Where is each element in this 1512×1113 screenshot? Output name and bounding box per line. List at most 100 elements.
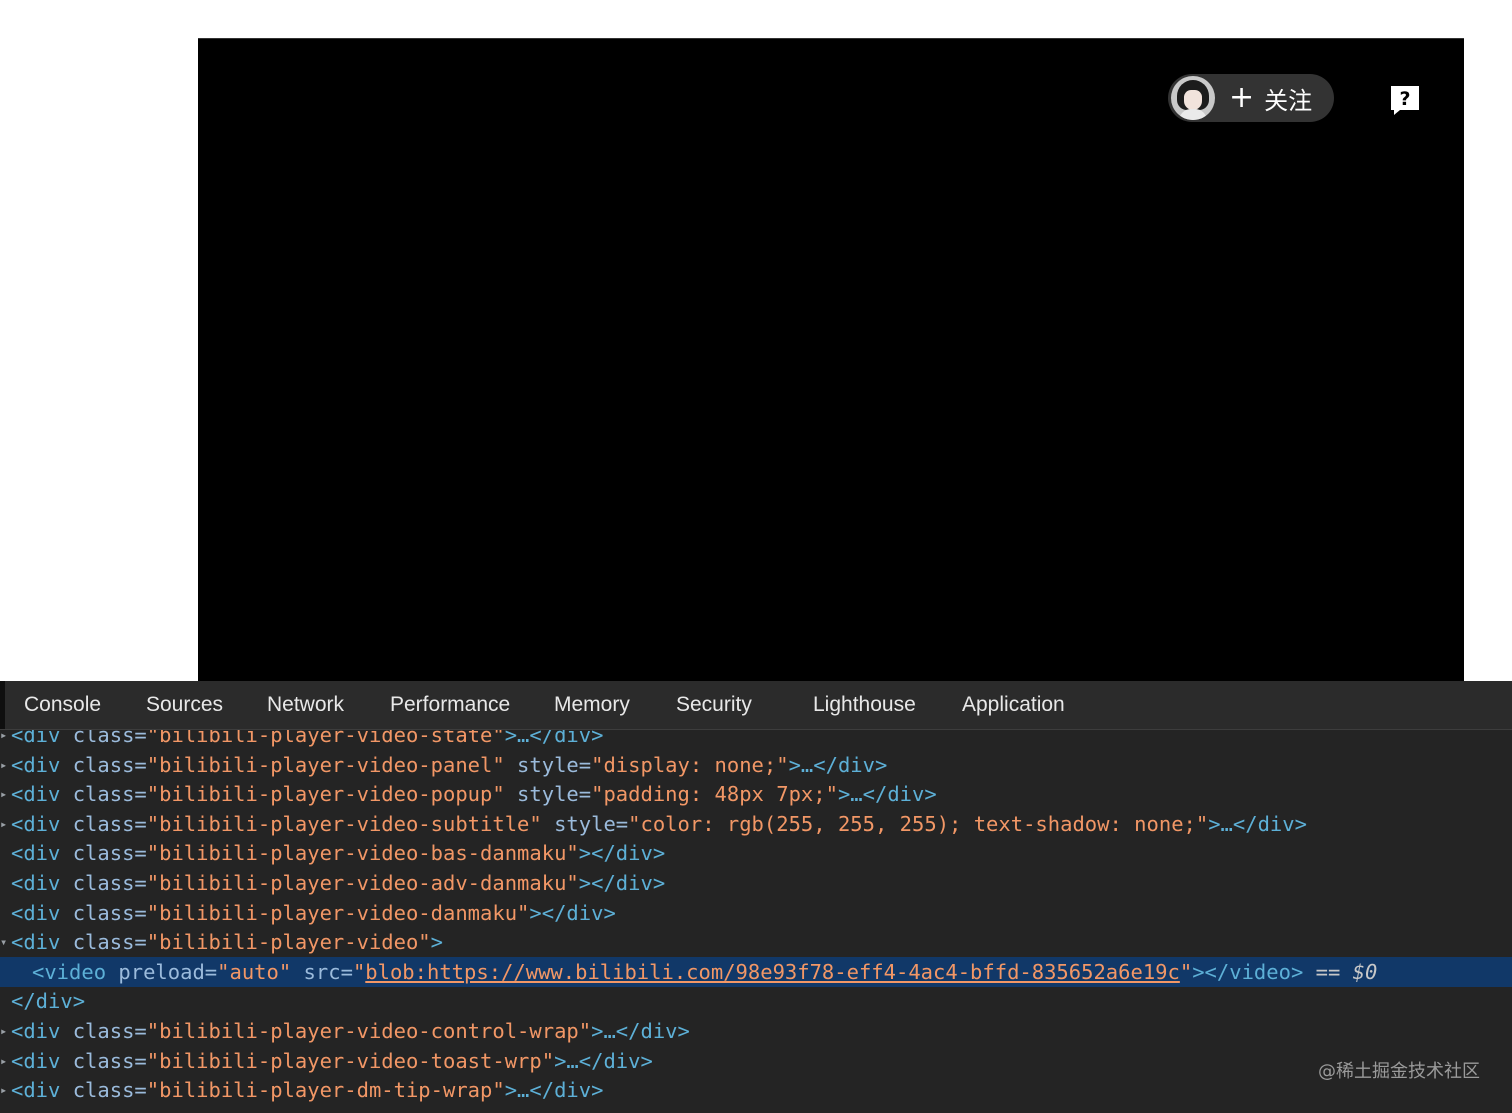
attr-name: class= <box>72 930 147 955</box>
console-ref: $0 <box>1352 959 1378 984</box>
devtools-tabbar: Console Sources Network Performance Memo… <box>0 681 1512 730</box>
attr-name: preload= <box>118 959 218 984</box>
help-icon[interactable]: ? <box>1388 83 1422 117</box>
collapsed-triangle-icon[interactable]: ▸ <box>0 1046 8 1076</box>
follow-button[interactable]: + 关注 <box>1168 74 1334 122</box>
attr-value: "bilibili-player-video-toast-wrp" <box>146 1048 555 1073</box>
watermark: @稀土掘金技术社区 <box>1318 1061 1480 1082</box>
tag-open: </div> <box>11 989 86 1014</box>
tab-memory[interactable]: Memory <box>554 691 630 721</box>
tag-open: <div <box>11 730 73 747</box>
attr-value: "bilibili-player-video-state" <box>146 730 505 747</box>
dom-node-selected[interactable]: <video preload="auto" src="blob:https://… <box>0 956 1512 987</box>
tag-open: <div <box>11 900 73 925</box>
attr-name: class= <box>72 730 147 747</box>
quote: " <box>352 959 366 984</box>
tab-sources[interactable]: Sources <box>146 691 223 721</box>
dom-node[interactable]: <div class="bilibili-player-video-adv-da… <box>0 868 1512 898</box>
tag-close: >…</div> <box>788 752 888 777</box>
follow-label: 关注 <box>1264 86 1313 115</box>
tag-open: <div <box>11 930 73 955</box>
tab-application[interactable]: Application <box>962 691 1065 721</box>
tag-close: >…</div> <box>1208 811 1307 836</box>
tag-open: <div <box>11 1078 73 1103</box>
uploader-avatar[interactable] <box>1171 76 1215 120</box>
tab-security[interactable]: Security <box>676 691 752 721</box>
tab-performance[interactable]: Performance <box>390 691 510 721</box>
collapsed-triangle-icon[interactable]: ▸ <box>0 730 8 750</box>
attr-name: class= <box>72 1019 147 1043</box>
tab-console[interactable]: Console <box>24 691 101 721</box>
plus-icon: + <box>1229 80 1255 115</box>
src-link[interactable]: blob:https://www.bilibili.com/98e93f78-e… <box>365 960 1180 984</box>
collapsed-triangle-icon[interactable]: ▸ <box>0 750 8 780</box>
tag-open: <video <box>32 959 119 984</box>
attr-name: class= <box>72 1078 147 1103</box>
dom-node[interactable]: ▸ <div class="bilibili-player-video-toast… <box>0 1046 1512 1076</box>
tag-close: >…</div> <box>504 730 604 747</box>
attr-value: "bilibili-player-video-popup" <box>146 782 505 807</box>
dom-node[interactable]: ▸ <div class="bilibili-player-dm-tip-wrap… <box>0 1075 1512 1105</box>
attr-name: class= <box>72 811 147 836</box>
expanded-triangle-icon[interactable]: ▾ <box>0 927 8 957</box>
tab-lighthouse[interactable]: Lighthouse <box>813 691 916 721</box>
tag-open: <div <box>11 841 73 866</box>
attr-value: "bilibili-player-video-adv-danmaku" <box>146 871 579 895</box>
attr-name: class= <box>72 782 147 807</box>
tag-close: >…</div> <box>504 1078 604 1103</box>
attr-name: class= <box>72 871 147 895</box>
dom-node[interactable]: ▸ <div class="bilibili-player-video-subti… <box>0 809 1512 839</box>
tag-close: ></div> <box>529 900 616 925</box>
dom-node[interactable]: ▸ <div class="bilibili-player-video-state… <box>0 730 1512 750</box>
attr-name: class= <box>72 1048 147 1073</box>
attr-value-2: "display: none;" <box>591 752 789 777</box>
attr-value: "bilibili-player-video-subtitle" <box>146 811 542 836</box>
tag-close: >…</div> <box>554 1048 653 1073</box>
attr-name-2: style= <box>504 782 592 807</box>
attr-name: class= <box>72 841 147 866</box>
tag-open: <div <box>11 782 73 807</box>
attr-value: "bilibili-player-video" <box>146 930 431 955</box>
tag-close: ></div> <box>578 841 666 866</box>
tag-close: ></video> <box>1192 959 1304 984</box>
attr-value: "auto" <box>217 959 292 984</box>
quote: " <box>1179 959 1193 984</box>
tag-open: <div <box>11 871 73 895</box>
collapsed-triangle-icon[interactable]: ▸ <box>0 1075 8 1105</box>
tag-close: ></div> <box>578 871 666 895</box>
attr-name: class= <box>72 752 147 777</box>
dom-node[interactable]: <div class="bilibili-player-video-danmak… <box>0 898 1512 928</box>
attr-value-2: "padding: 48px 7px;" <box>591 782 838 807</box>
dom-node[interactable]: ▸ <div class="bilibili-player-video-panel… <box>0 750 1512 780</box>
tag-open: <div <box>11 1019 73 1043</box>
devtools-panel: Console Sources Network Performance Memo… <box>0 681 1512 1113</box>
attr-name-2: style= <box>504 752 592 777</box>
collapsed-triangle-icon[interactable]: ▸ <box>0 809 8 839</box>
console-ref-eq: == <box>1303 959 1353 984</box>
dom-node[interactable]: ▾ <div class="bilibili-player-video"> <box>0 927 1512 957</box>
attr-name-2: style= <box>541 811 629 836</box>
tag-open: <div <box>11 1048 73 1073</box>
attr-value: "bilibili-player-video-bas-danmaku" <box>146 841 579 866</box>
dom-node[interactable]: ▸ <div class="bilibili-player-video-contr… <box>0 1016 1512 1046</box>
svg-text:?: ? <box>1399 88 1410 110</box>
web-page: + 关注 ? <box>0 0 1512 682</box>
elements-tree: ▸ <div class="bilibili-player-video-state… <box>0 730 1512 1113</box>
tag-close: >…</div> <box>837 782 937 807</box>
tab-network[interactable]: Network <box>267 691 344 721</box>
attr-value: "bilibili-player-dm-tip-wrap" <box>146 1078 505 1103</box>
attr-name: class= <box>72 900 147 925</box>
dom-node[interactable]: ▸ <div class="bilibili-player-video-popup… <box>0 779 1512 809</box>
attr-value: "bilibili-player-video-control-wrap" <box>146 1019 592 1043</box>
tag-open: <div <box>11 752 73 777</box>
tag-close: >…</div> <box>591 1019 690 1043</box>
collapsed-triangle-icon[interactable]: ▸ <box>0 1016 8 1046</box>
attr-value: "bilibili-player-video-danmaku" <box>146 900 530 925</box>
tag-close: > <box>430 930 443 955</box>
video-player[interactable]: + 关注 ? <box>198 38 1464 682</box>
dom-node[interactable]: <div class="bilibili-player-video-bas-da… <box>0 838 1512 868</box>
collapsed-triangle-icon[interactable]: ▸ <box>0 779 8 809</box>
attr-value: "bilibili-player-video-panel" <box>146 752 505 777</box>
attr-name-2: src= <box>291 959 353 984</box>
dom-node[interactable]: </div> <box>0 986 1512 1016</box>
